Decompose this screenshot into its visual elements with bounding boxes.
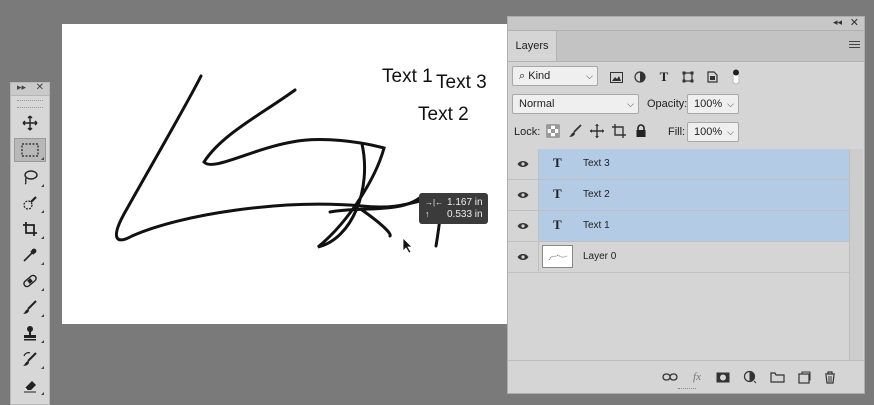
visibility-eye-icon[interactable]: [508, 149, 539, 179]
opacity-value: 100%: [694, 98, 723, 110]
layers-panel: ◂◂ ✕ Layers ⌕ Kind ⌵ T Normal ⌵ Opacity:…: [507, 16, 865, 394]
add-mask-icon[interactable]: [715, 370, 731, 384]
height-arrow-icon: ↑: [425, 209, 430, 219]
marquee-tool-icon[interactable]: [14, 138, 46, 162]
chevron-down-icon: ⌵: [586, 71, 593, 81]
fill-label: Fill:: [668, 126, 686, 138]
panel-resize-grip[interactable]: [678, 388, 696, 392]
opacity-label: Opacity:: [647, 98, 688, 110]
clone-stamp-tool-icon[interactable]: [15, 322, 45, 344]
lock-label: Lock:: [514, 126, 541, 138]
filter-adjustment-icon[interactable]: [633, 71, 647, 83]
canvas-text-2[interactable]: Text 2: [418, 104, 469, 126]
new-group-folder-icon[interactable]: [769, 370, 785, 384]
opacity-input[interactable]: 100% ⌵: [687, 94, 739, 114]
canvas-document[interactable]: Text 1 Text 3 Text 2: [62, 24, 508, 324]
visibility-eye-icon[interactable]: [508, 242, 539, 272]
tab-layers[interactable]: Layers: [508, 31, 557, 61]
layer-row-layer-0[interactable]: Layer 0: [508, 242, 849, 273]
panel-tab-row: Layers: [508, 31, 864, 62]
filter-type-icon[interactable]: T: [657, 69, 671, 84]
move-tool-icon[interactable]: [15, 112, 45, 134]
brush-tool-icon[interactable]: [15, 296, 45, 318]
mouse-cursor-icon: [402, 237, 413, 254]
quick-select-tool-icon[interactable]: [15, 192, 45, 214]
lock-artboard-icon[interactable]: [612, 124, 626, 138]
layer-thumbnail: [542, 245, 573, 268]
filter-kind-select[interactable]: ⌕ Kind ⌵: [512, 66, 598, 86]
canvas-text-1[interactable]: Text 1: [382, 66, 433, 88]
lock-image-pixels-icon[interactable]: [568, 124, 582, 138]
layer-name[interactable]: Text 3: [583, 158, 610, 169]
layer-row-text-1[interactable]: T Text 1: [508, 211, 849, 242]
text-layer-icon: T: [553, 186, 562, 201]
panel-menu-icon[interactable]: [849, 41, 860, 50]
filter-row: ⌕ Kind ⌵ T: [508, 66, 864, 88]
layer-name[interactable]: Layer 0: [583, 251, 616, 262]
lasso-tool-icon[interactable]: [15, 166, 45, 188]
height-value: 0.533 in: [447, 209, 483, 220]
new-adjustment-layer-icon[interactable]: [742, 370, 758, 384]
close-icon[interactable]: ✕: [850, 16, 859, 29]
layers-bottom-toolbar: fx: [508, 360, 864, 393]
filter-kind-label: Kind: [528, 70, 551, 82]
fill-value: 100%: [694, 126, 723, 138]
pen-stroke-drawing: [115, 74, 444, 249]
search-icon: ⌕: [519, 70, 526, 82]
layer-name[interactable]: Text 1: [583, 220, 610, 231]
layer-name[interactable]: Text 2: [583, 189, 610, 200]
tools-panel: ▸▸ ✕: [10, 82, 50, 405]
fill-input[interactable]: 100% ⌵: [687, 122, 739, 142]
eraser-tool-icon[interactable]: [15, 374, 45, 396]
filter-toggle-icon[interactable]: [729, 69, 743, 85]
crop-tool-icon[interactable]: [15, 218, 45, 240]
layers-scrollbar[interactable]: [849, 149, 863, 361]
tools-panel-header[interactable]: ▸▸ ✕: [11, 82, 49, 96]
width-value: 1.167 in: [447, 197, 483, 208]
lock-row: Lock: Fill: 100% ⌵: [508, 122, 864, 142]
collapse-icon[interactable]: ◂◂: [833, 17, 842, 28]
chevron-down-icon: ⌵: [627, 99, 634, 109]
history-brush-tool-icon[interactable]: [15, 348, 45, 370]
chevron-down-icon[interactable]: ⌵: [727, 95, 734, 113]
canvas-text-3[interactable]: Text 3: [436, 72, 487, 94]
filter-pixel-icon[interactable]: [609, 71, 623, 83]
move-measure-tooltip: →|← 1.167 in ↑ 0.533 in: [419, 193, 488, 224]
blend-row: Normal ⌵ Opacity: 100% ⌵: [508, 94, 864, 116]
text-layer-icon: T: [553, 155, 562, 170]
layers-list: T Text 3 T Text 2 T Text 1 Layer 0: [508, 149, 849, 273]
layers-panel-header[interactable]: ◂◂ ✕: [508, 17, 864, 31]
layer-style-fx-icon[interactable]: fx: [689, 370, 705, 384]
close-icon[interactable]: ✕: [36, 82, 44, 93]
lock-position-icon[interactable]: [590, 124, 604, 138]
filter-shape-icon[interactable]: [681, 71, 695, 83]
layer-row-text-3[interactable]: T Text 3: [508, 149, 849, 180]
filter-smart-object-icon[interactable]: [705, 71, 719, 83]
link-layers-icon[interactable]: [662, 370, 678, 384]
lock-transparent-icon[interactable]: [546, 124, 560, 138]
visibility-eye-icon[interactable]: [508, 180, 539, 210]
delete-layer-trash-icon[interactable]: [822, 370, 838, 384]
healing-brush-tool-icon[interactable]: [15, 270, 45, 292]
new-layer-icon[interactable]: [796, 370, 812, 384]
collapse-icon[interactable]: ▸▸: [17, 82, 26, 93]
chevron-down-icon[interactable]: ⌵: [727, 123, 734, 141]
width-arrow-icon: →|←: [425, 198, 444, 207]
eyedropper-tool-icon[interactable]: [15, 244, 45, 266]
lock-all-icon[interactable]: [634, 124, 648, 138]
blend-mode-value: Normal: [519, 98, 555, 110]
text-layer-icon: T: [553, 217, 562, 232]
layer-row-text-2[interactable]: T Text 2: [508, 180, 849, 211]
blend-mode-select[interactable]: Normal ⌵: [512, 94, 639, 114]
visibility-eye-icon[interactable]: [508, 211, 539, 241]
panel-grip[interactable]: [17, 100, 43, 108]
